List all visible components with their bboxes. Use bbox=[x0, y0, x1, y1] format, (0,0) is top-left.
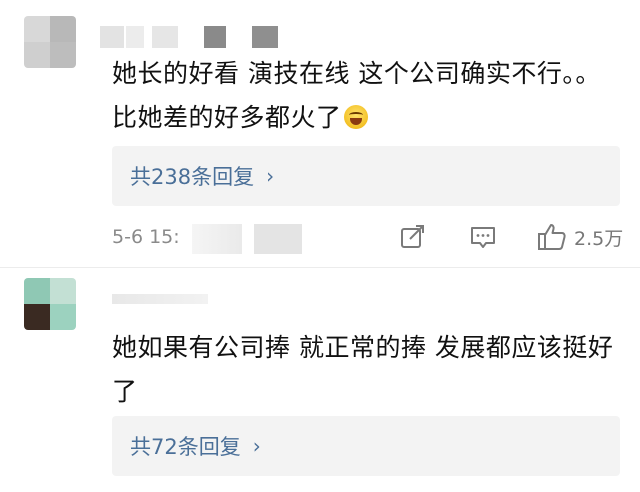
like-icon bbox=[538, 224, 566, 250]
comment-icon bbox=[471, 227, 495, 248]
avatar[interactable] bbox=[24, 16, 76, 68]
comment-text-content: 她如果有公司捧 就正常的捧 发展都应该挺好了 bbox=[112, 333, 614, 406]
like-count: 2.5万 bbox=[574, 227, 624, 250]
share-icon bbox=[401, 225, 424, 248]
avatar[interactable] bbox=[24, 278, 76, 330]
like-button[interactable]: 2.5万 bbox=[536, 220, 623, 254]
comment-button[interactable] bbox=[468, 220, 498, 254]
chevron-right-icon: › bbox=[252, 434, 261, 458]
source-blurred bbox=[254, 224, 302, 254]
source-blurred bbox=[192, 224, 242, 254]
replies-count-label: 共238条回复 bbox=[130, 165, 255, 189]
share-button[interactable] bbox=[398, 220, 428, 254]
comment-item: 她长的好看 演技在线 这个公司确实不行。。比她差的好多都火了 共238条回复 ›… bbox=[0, 0, 640, 268]
comment-item: 她如果有公司捧 就正常的捧 发展都应该挺好了 共72条回复 › bbox=[0, 268, 640, 492]
view-replies-button[interactable]: 共72条回复 › bbox=[112, 416, 620, 476]
timestamp: 5-6 15: bbox=[112, 226, 180, 248]
comment-meta: 5-6 15: 2.5万 bbox=[112, 218, 632, 258]
chevron-right-icon: › bbox=[266, 164, 275, 188]
view-replies-button[interactable]: 共238条回复 › bbox=[112, 146, 620, 206]
comment-text: 她长的好看 演技在线 这个公司确实不行。。比她差的好多都火了 bbox=[112, 52, 620, 140]
laughing-crying-emoji-icon bbox=[343, 105, 368, 129]
comment-text: 她如果有公司捧 就正常的捧 发展都应该挺好了 bbox=[112, 326, 620, 414]
replies-count-label: 共72条回复 bbox=[130, 435, 241, 459]
